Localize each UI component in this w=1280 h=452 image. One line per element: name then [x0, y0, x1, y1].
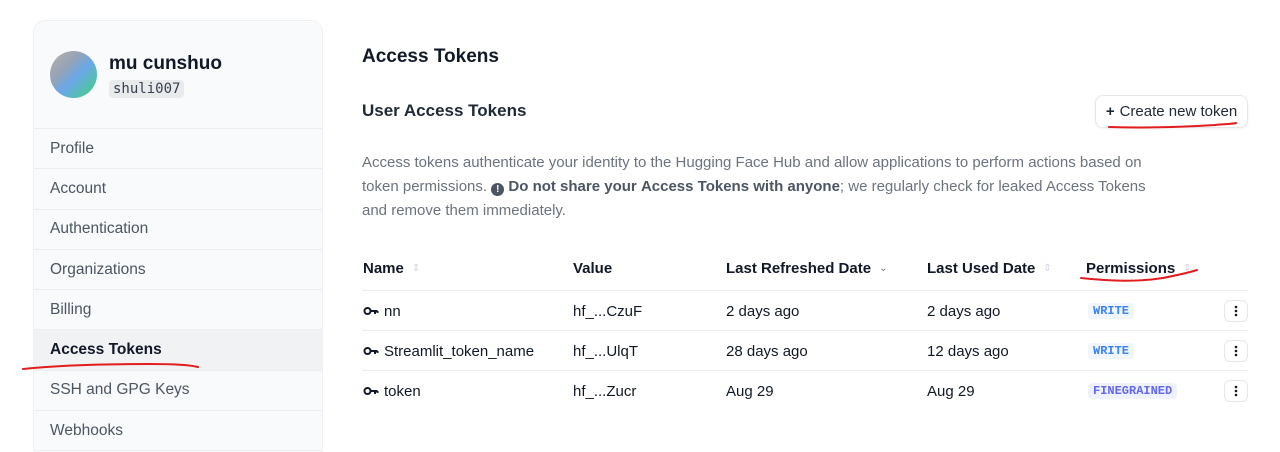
token-name-cell: nn: [363, 291, 401, 331]
token-name-cell: token: [363, 371, 421, 411]
last-refreshed-date: 28 days ago: [726, 342, 808, 360]
sidebar-item-billing[interactable]: Billing: [34, 290, 322, 331]
sidebar-item-profile[interactable]: Profile: [34, 129, 322, 170]
last-used-date: 12 days ago: [927, 342, 1009, 360]
plus-icon: +: [1105, 103, 1115, 120]
sidebar-item-label: Account: [50, 179, 107, 197]
token-value: hf_...Zucr: [573, 382, 637, 400]
table-row: Streamlit_token_name hf_...UlqT 28 days …: [362, 330, 1248, 370]
permission-badge: WRITE: [1088, 343, 1135, 359]
sidebar-item-label: Webhooks: [50, 421, 123, 439]
access-tokens-description: Access tokens authenticate your identity…: [362, 151, 1152, 223]
sidebar-item-account[interactable]: Account: [34, 169, 322, 210]
column-header-label: Last Refreshed Date: [726, 260, 872, 277]
tokens-table-header: Name ⇕ Value Last Refreshed Date ⌄ Last …: [362, 258, 1248, 290]
user-handle: shuli007: [109, 80, 185, 98]
row-actions-button[interactable]: [1224, 340, 1248, 362]
section-title: User Access Tokens: [362, 101, 527, 120]
sidebar-item-authentication[interactable]: Authentication: [34, 210, 322, 250]
warning-text-2: Access Tokens: [640, 178, 750, 195]
column-header-permissions[interactable]: Permissions ⇕: [1086, 260, 1192, 277]
user-display-name: mu cunshuo: [109, 53, 222, 74]
column-header-last-refreshed[interactable]: Last Refreshed Date ⌄: [726, 260, 887, 277]
row-actions-button[interactable]: [1224, 380, 1248, 402]
sidebar-item-webhooks[interactable]: Webhooks: [34, 411, 322, 452]
create-new-token-label: Create new token: [1119, 103, 1238, 120]
column-header-label: Last Used Date: [927, 260, 1036, 277]
sidebar-item-label: Billing: [50, 300, 92, 318]
vertical-dots-icon: [1234, 385, 1238, 397]
column-header-value: Value: [573, 260, 612, 277]
vertical-dots-icon: [1234, 305, 1238, 317]
permission-badge: FINEGRAINED: [1088, 383, 1178, 399]
sort-icon[interactable]: ⇕: [1183, 263, 1191, 274]
sidebar-item-label: Authentication: [50, 220, 149, 238]
sidebar-item-label: Organizations: [50, 260, 146, 278]
last-refreshed-date: Aug 29: [726, 382, 774, 400]
token-name: nn: [384, 302, 401, 320]
main-content: Access Tokens User Access Tokens + Creat…: [362, 0, 1252, 452]
table-row: token hf_...Zucr Aug 29 Aug 29 FINEGRAIN…: [362, 370, 1248, 410]
warning-icon: !: [491, 183, 505, 196]
create-new-token-button[interactable]: + Create new token: [1095, 95, 1248, 128]
warning-text-3: with anyone: [753, 178, 840, 195]
avatar[interactable]: [50, 51, 97, 98]
settings-sidebar: mu cunshuo shuli007 Profile Account Auth…: [33, 20, 323, 452]
token-name: Streamlit_token_name: [384, 342, 535, 360]
column-header-label: Value: [573, 260, 613, 277]
warning-text-1: Do not share your: [508, 178, 637, 195]
token-name-cell: Streamlit_token_name: [363, 331, 534, 371]
vertical-dots-icon: [1234, 345, 1238, 357]
permission-badge: WRITE: [1088, 303, 1135, 319]
last-refreshed-date: 2 days ago: [726, 302, 800, 320]
sidebar-item-organizations[interactable]: Organizations: [34, 250, 322, 291]
row-actions-button[interactable]: [1224, 300, 1248, 322]
last-used-date: Aug 29: [927, 382, 975, 400]
last-used-date: 2 days ago: [927, 302, 1001, 320]
column-header-label: Name: [363, 260, 404, 277]
sort-descending-icon[interactable]: ⌄: [879, 263, 887, 274]
sidebar-item-label: SSH and GPG Keys: [50, 381, 190, 399]
key-icon: [363, 307, 379, 315]
token-value: hf_...UlqT: [573, 342, 639, 360]
sidebar-item-ssh-gpg-keys[interactable]: SSH and GPG Keys: [34, 371, 322, 412]
token-name: token: [384, 382, 421, 400]
user-profile-header: mu cunshuo shuli007: [34, 21, 322, 129]
key-icon: [363, 387, 379, 395]
table-row: nn hf_...CzuF 2 days ago 2 days ago WRIT…: [362, 290, 1248, 330]
sort-icon[interactable]: ⇕: [412, 263, 420, 274]
sidebar-item-access-tokens[interactable]: Access Tokens: [34, 330, 322, 371]
key-icon: [363, 347, 379, 355]
sidebar-item-label: Access Tokens: [50, 341, 162, 359]
column-header-name[interactable]: Name ⇕: [363, 260, 420, 277]
token-value: hf_...CzuF: [573, 302, 643, 320]
sidebar-item-label: Profile: [50, 139, 94, 157]
column-header-label: Permissions: [1086, 260, 1176, 277]
sort-icon[interactable]: ⇕: [1043, 263, 1051, 274]
column-header-last-used[interactable]: Last Used Date ⇕: [927, 260, 1052, 277]
page-title: Access Tokens: [362, 46, 499, 67]
